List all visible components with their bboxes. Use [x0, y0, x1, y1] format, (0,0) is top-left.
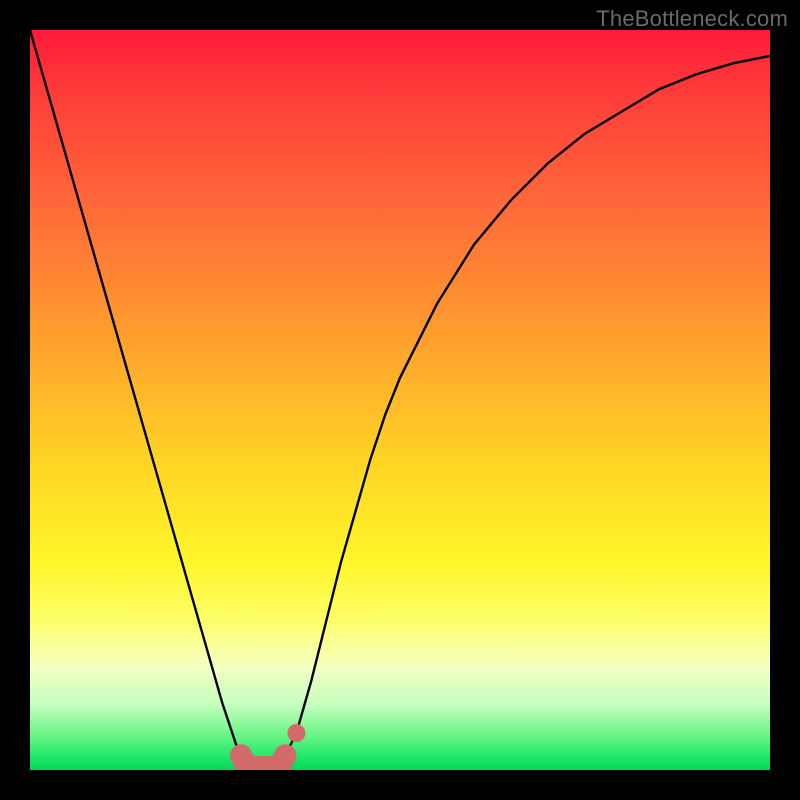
bottleneck-curve — [30, 30, 770, 770]
marker-region — [241, 755, 285, 767]
marker-dot — [287, 724, 305, 742]
chart-frame: TheBottleneck.com — [0, 0, 800, 800]
chart-plot-area — [30, 30, 770, 770]
watermark-text: TheBottleneck.com — [596, 6, 788, 32]
